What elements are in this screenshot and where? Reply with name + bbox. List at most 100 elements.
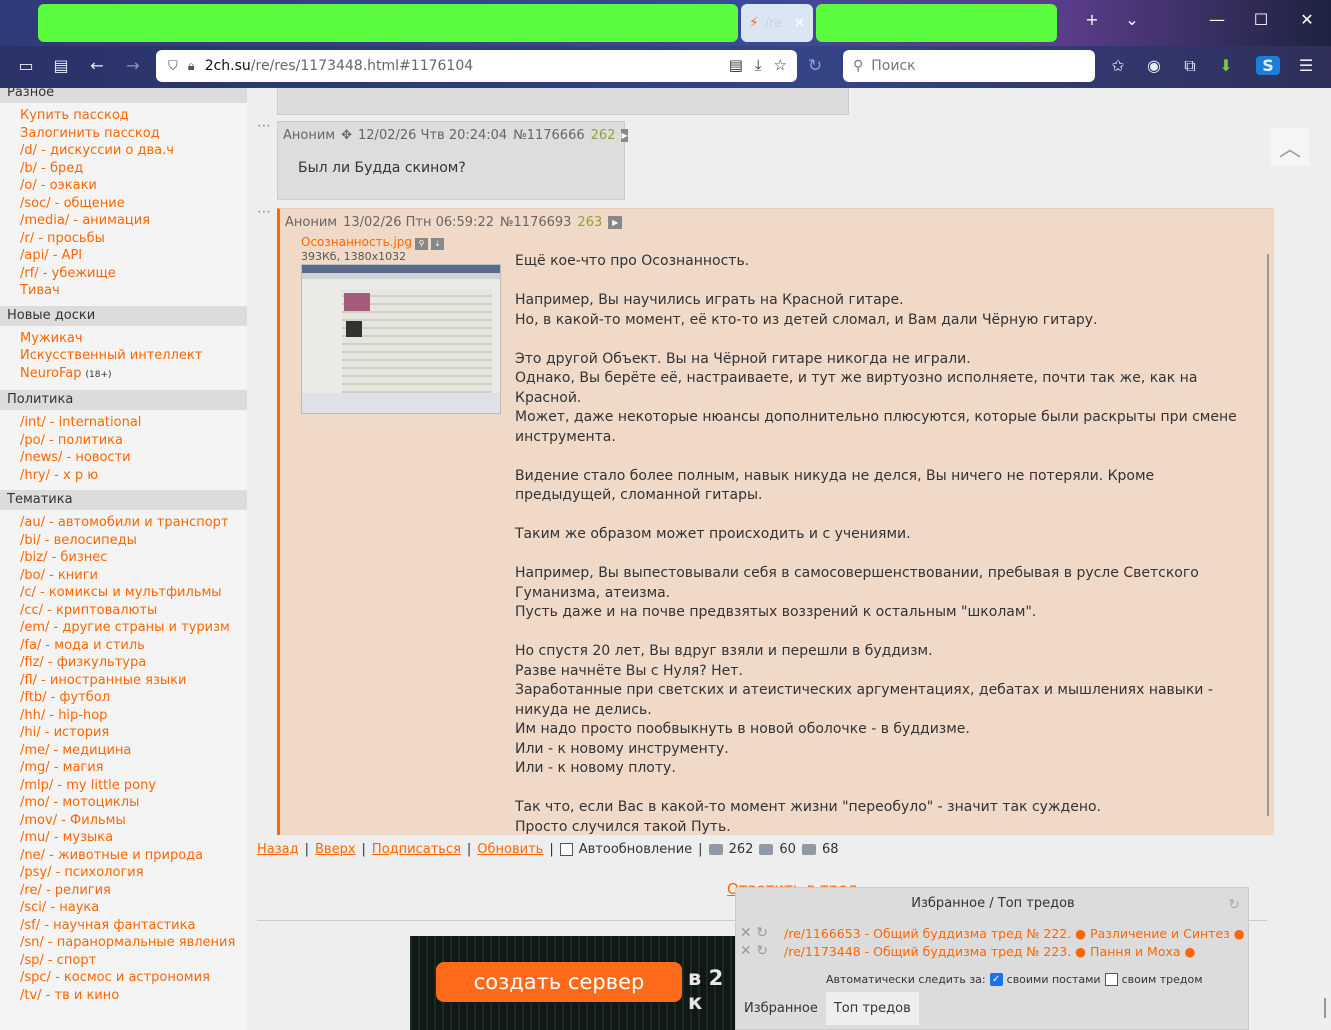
sidebar-link[interactable]: /media/ - анимация [20, 212, 247, 230]
maximize-icon[interactable]: ☐ [1249, 10, 1273, 29]
sidebar-link[interactable]: /po/ - политика [20, 432, 247, 450]
download-icon[interactable]: ⤓ [431, 238, 445, 250]
banner-cta[interactable]: создать сервер [436, 962, 682, 1002]
minimize-icon[interactable]: — [1205, 10, 1229, 29]
menu-hamburger-icon[interactable]: ☰ [1294, 56, 1318, 75]
remove-icon[interactable]: ✕ [740, 925, 752, 941]
sidebar-link[interactable]: /fiz/ - физкультура [20, 654, 247, 672]
sidebar-link[interactable]: /hh/ - hip-hop [20, 707, 247, 725]
sidebar-link[interactable]: /news/ - новости [20, 449, 247, 467]
extensions-puzzle-icon[interactable]: ⧉ [1178, 56, 1202, 76]
file-name-link[interactable]: Осознанность.jpg [301, 235, 412, 249]
sidebar-link[interactable]: /mg/ - магия [20, 759, 247, 777]
scroll-up-button[interactable]: ︿ [1271, 128, 1309, 166]
refresh-link[interactable]: Обновить [477, 842, 543, 857]
sidebar-link[interactable]: Мужикач [20, 330, 247, 348]
sidebar-link[interactable]: /mu/ - музыка [20, 829, 247, 847]
sidebar-link[interactable]: /au/ - автомобили и транспорт [20, 514, 247, 532]
autorefresh-checkbox[interactable] [559, 843, 573, 856]
sidebar-link[interactable]: /ftb/ - футбол [20, 689, 247, 707]
download-extension-icon[interactable]: ⬇ [1214, 56, 1238, 75]
address-bar[interactable]: ⛉ 🔒︎ 2ch.su/re/res/1173448.html#1176104 … [156, 50, 797, 82]
subscribe-link[interactable]: Подписаться [372, 842, 461, 857]
sidebar-link[interactable]: /bo/ - книги [20, 567, 247, 585]
bookmark-star-icon[interactable]: ☆ [774, 56, 787, 74]
sidebar-link[interactable]: /cc/ - криптовалюты [20, 602, 247, 620]
sidebar-link[interactable]: /biz/ - бизнес [20, 549, 247, 567]
back-arrow-icon[interactable]: ← [85, 56, 109, 75]
sidebar-link[interactable]: /fl/ - иностранные языки [20, 672, 247, 690]
save-page-icon[interactable]: ⤓ [755, 56, 762, 74]
favorite-thread-link[interactable]: /re/1173448 - Общий буддизма тред № 223.… [784, 944, 1195, 959]
sidebar-link[interactable]: /int/ - international [20, 414, 247, 432]
post-menu-icon[interactable]: ⋯ [257, 118, 271, 134]
post-id[interactable]: №1176666 [513, 128, 584, 143]
sidebar-link[interactable]: /b/ - бред [20, 160, 247, 178]
tab-close-icon[interactable]: ✕ [794, 16, 805, 31]
sidebar-link[interactable]: /c/ - комиксы и мультфильмы [20, 584, 247, 602]
sidebar-link[interactable]: /rf/ - убежище [20, 265, 247, 283]
sidebar-toggle-icon[interactable]: ▭ [14, 56, 38, 75]
browser-tab[interactable] [38, 4, 738, 42]
extension-star-icon[interactable]: ✩ [1106, 56, 1130, 75]
sidebar-link[interactable]: /soc/ - общение [20, 195, 247, 213]
reload-icon[interactable]: ↻ [808, 56, 822, 76]
own-thread-checkbox[interactable] [1104, 973, 1118, 986]
sidebar-link[interactable]: Купить пасскод [20, 107, 247, 125]
sidebar-link[interactable]: /sci/ - наука [20, 899, 247, 917]
sidebar-link[interactable]: /spc/ - космос и астрономия [20, 969, 247, 987]
sidebar-link[interactable]: Тивач [20, 282, 247, 300]
history-icon[interactable]: ▤ [49, 56, 73, 75]
sidebar-link[interactable]: /bi/ - велосипеды [20, 532, 247, 550]
own-posts-checkbox[interactable]: ✓ [989, 973, 1003, 986]
sidebar-link[interactable]: /sf/ - научная фантастика [20, 917, 247, 935]
sidebar-link[interactable]: /psy/ - психология [20, 864, 247, 882]
browser-tab-active[interactable]: ⚡ /re ✕ [741, 4, 813, 42]
sidebar-link[interactable]: /re/ - религия [20, 882, 247, 900]
scrollbar[interactable] [1324, 998, 1326, 1018]
sidebar-link[interactable]: /hry/ - х р ю [20, 467, 247, 485]
refresh-spinner-icon[interactable]: ↻ [1228, 897, 1240, 913]
sidebar-link[interactable]: /o/ - оэкаки [20, 177, 247, 195]
browser-tab[interactable] [816, 4, 1057, 42]
sidebar-link[interactable]: /mo/ - мотоциклы [20, 794, 247, 812]
sidebar-link[interactable]: /d/ - дискуссии о два.ч [20, 142, 247, 160]
sidebar-link[interactable]: /mlp/ - my little pony [20, 777, 247, 795]
sidebar-link[interactable]: /hi/ - история [20, 724, 247, 742]
s-extension-icon[interactable]: S [1256, 56, 1280, 75]
back-link[interactable]: Назад [257, 842, 299, 857]
sidebar-link[interactable]: /fa/ - мода и стиль [20, 637, 247, 655]
favorite-thread-link[interactable]: /re/1166653 - Общий буддизма тред № 222.… [784, 926, 1245, 941]
sidebar-link[interactable]: /r/ - просьбы [20, 230, 247, 248]
sidebar-link[interactable]: /me/ - медицина [20, 742, 247, 760]
image-thumbnail[interactable] [301, 264, 501, 414]
top-link[interactable]: Вверх [315, 842, 356, 857]
sidebar-link[interactable]: Залогинить пасскод [20, 125, 247, 143]
lock-icon[interactable]: 🔒︎ [188, 59, 195, 74]
tab-favorites[interactable]: Избранное [736, 992, 826, 1025]
sidebar-link[interactable]: /sp/ - спорт [20, 952, 247, 970]
post-menu-icon[interactable]: ⋯ [257, 204, 271, 220]
sidebar-link[interactable]: /api/ - API [20, 247, 247, 265]
sidebar-link[interactable]: /ne/ - животные и природа [20, 847, 247, 865]
account-icon[interactable]: ◉ [1142, 56, 1166, 75]
forward-arrow-icon[interactable]: → [121, 56, 145, 75]
ad-banner[interactable]: создать сервер в 2 к [410, 936, 740, 1030]
refresh-icon[interactable]: ↻ [756, 943, 768, 959]
sidebar-link[interactable]: /sn/ - паранормальные явления [20, 934, 247, 952]
refresh-icon[interactable]: ↻ [756, 925, 768, 941]
search-input[interactable]: ⚲ Поиск [843, 50, 1095, 82]
image-search-icon[interactable]: ⚲ [415, 238, 429, 250]
expand-icon[interactable]: ▶ [621, 129, 628, 142]
new-tab-icon[interactable]: + [1080, 10, 1104, 29]
expand-icon[interactable]: ▶ [608, 216, 623, 229]
reader-view-icon[interactable]: ▤ [729, 56, 743, 74]
tab-list-chevron-icon[interactable]: ⌄ [1120, 10, 1144, 29]
sidebar-link[interactable]: /mov/ - Фильмы [20, 812, 247, 830]
sidebar-link[interactable]: /em/ - другие страны и туризм [20, 619, 247, 637]
sidebar-link[interactable]: Искусственный интеллект [20, 347, 247, 365]
remove-icon[interactable]: ✕ [740, 943, 752, 959]
sidebar-link[interactable]: NeuroFap [20, 366, 81, 381]
tab-top-threads[interactable]: Топ тредов [825, 992, 919, 1025]
shield-icon[interactable]: ⛉ [168, 59, 178, 74]
